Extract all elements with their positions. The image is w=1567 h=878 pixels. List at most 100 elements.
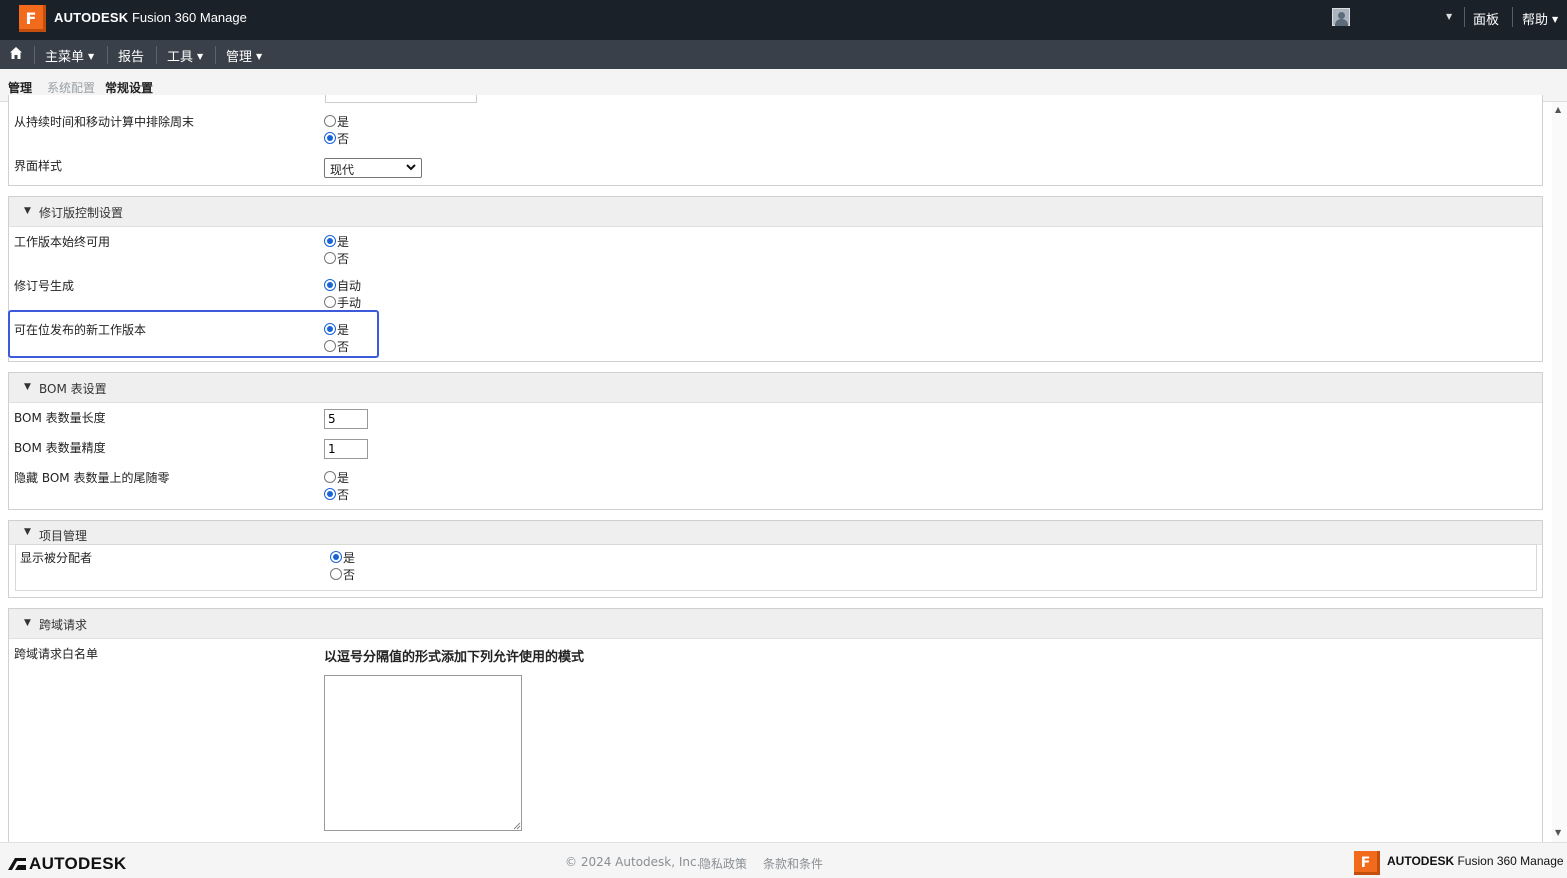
radio-hide-zeros-no[interactable]: 否: [324, 486, 349, 502]
radio-exclude-weekends-yes[interactable]: 是: [324, 113, 349, 129]
breadcrumb-admin[interactable]: 管理: [8, 79, 32, 96]
collapse-triangle-icon[interactable]: ▼: [24, 527, 31, 537]
footer-app-title: AUTODESK Fusion 360 Manage: [1387, 854, 1564, 868]
radio-label: 否: [337, 131, 350, 146]
bom-settings-section: ▼ BOM 表设置 BOM 表数量长度 BOM 表数量精度 隐藏 BOM 表数量…: [8, 372, 1543, 510]
section-title: 修订版控制设置: [39, 206, 124, 220]
menu-admin[interactable]: 管理 ▼: [226, 46, 262, 65]
menu-tools[interactable]: 工具 ▼: [167, 46, 203, 65]
collapse-triangle-icon[interactable]: ▼: [24, 618, 31, 628]
radio-label: 手动: [337, 295, 362, 310]
menu-reports[interactable]: 报告: [118, 46, 144, 65]
divider: [1512, 7, 1513, 27]
section-header[interactable]: ▼ 跨域请求: [9, 609, 1542, 639]
fusion-logo-icon[interactable]: F: [19, 5, 46, 32]
divider: [156, 46, 157, 64]
scroll-up-icon[interactable]: ▲: [1555, 105, 1561, 114]
menu-tools-label: 工具: [167, 50, 194, 65]
chevron-down-icon: ▼: [1552, 15, 1559, 24]
radio-revision-auto[interactable]: 自动: [324, 277, 361, 293]
radio-label: 否: [337, 487, 350, 502]
help-menu[interactable]: 帮助 ▼: [1522, 9, 1558, 28]
autodesk-logo-icon: [8, 858, 26, 870]
bom-quantity-length-input[interactable]: [324, 409, 368, 429]
radio-button[interactable]: [330, 568, 342, 580]
bom-quantity-precision-input[interactable]: [324, 439, 368, 459]
footer-autodesk-logo[interactable]: AUTODESK: [8, 854, 127, 874]
partial-input-field[interactable]: [325, 95, 477, 103]
chevron-down-icon: [406, 164, 416, 171]
vertical-scrollbar[interactable]: ▲ ▼: [1552, 102, 1567, 842]
breadcrumb-general-settings: 常规设置: [105, 81, 154, 95]
breadcrumb-system-config[interactable]: 系统配置: [47, 79, 95, 96]
section-header[interactable]: ▼ BOM 表设置: [9, 373, 1542, 403]
radio-button[interactable]: [324, 132, 336, 144]
privacy-link[interactable]: 隐私政策: [699, 855, 747, 872]
radio-button[interactable]: [324, 296, 336, 308]
footer: AUTODESK © 2024 Autodesk, Inc. 隐私政策 条款和条…: [0, 842, 1567, 878]
top-header: F AUTODESK Fusion 360 Manage ▼ 面板 帮助 ▼: [0, 0, 1567, 40]
menu-main[interactable]: 主菜单 ▼: [45, 46, 94, 65]
radio-working-version-yes[interactable]: 是: [324, 233, 349, 249]
radio-label: 否: [343, 567, 356, 582]
radio-button[interactable]: [330, 551, 342, 563]
resize-grip-icon[interactable]: [513, 822, 521, 830]
radio-exclude-weekends-no[interactable]: 否: [324, 130, 349, 146]
fusion-footer-logo-icon: F: [1354, 851, 1380, 875]
radio-hide-zeros-yes[interactable]: 是: [324, 469, 349, 485]
radio-working-version-no[interactable]: 否: [324, 250, 349, 266]
radio-label: 是: [337, 470, 350, 485]
terms-link[interactable]: 条款和条件: [763, 855, 823, 872]
home-icon[interactable]: [9, 46, 23, 60]
dashboard-link[interactable]: 面板: [1473, 9, 1499, 28]
help-label: 帮助: [1522, 13, 1549, 28]
main-menubar: 主菜单 ▼ 报告 工具 ▼ 管理 ▼: [0, 40, 1567, 69]
cors-whitelist-textarea[interactable]: [324, 675, 522, 831]
radio-revision-manual[interactable]: 手动: [324, 294, 361, 310]
copyright-text: © 2024 Autodesk, Inc.: [565, 855, 701, 869]
collapse-triangle-icon[interactable]: ▼: [24, 382, 31, 392]
interface-style-select[interactable]: 现代: [324, 158, 422, 178]
radio-show-assignee-no[interactable]: 否: [330, 566, 355, 582]
radio-label: 自动: [337, 278, 362, 293]
highlight-box: [8, 310, 379, 358]
chevron-down-icon: ▼: [88, 52, 95, 61]
collapse-triangle-icon[interactable]: ▼: [24, 206, 31, 216]
setting-label: 工作版本始终可用: [14, 235, 111, 249]
radio-button[interactable]: [324, 252, 336, 264]
inner-panel: [15, 544, 1537, 591]
section-title: 跨域请求: [39, 618, 88, 632]
setting-label: 界面样式: [14, 159, 63, 173]
radio-button[interactable]: [324, 471, 336, 483]
menu-main-label: 主菜单: [45, 50, 85, 65]
select-value: 现代: [330, 163, 355, 177]
radio-show-assignee-yes[interactable]: 是: [330, 549, 355, 565]
section-header[interactable]: ▼ 项目管理: [9, 521, 1542, 545]
setting-label: 显示被分配者: [20, 551, 93, 565]
app-title: AUTODESK Fusion 360 Manage: [54, 10, 247, 25]
divider: [215, 46, 216, 64]
menu-admin-label: 管理: [226, 50, 253, 65]
divider: [1464, 7, 1465, 27]
footer-brand-text: AUTODESK: [29, 854, 127, 873]
user-menu-caret-icon[interactable]: ▼: [1446, 12, 1452, 21]
setting-label: 修订号生成: [14, 279, 75, 293]
radio-button[interactable]: [324, 279, 336, 291]
radio-button[interactable]: [324, 235, 336, 247]
radio-button[interactable]: [324, 115, 336, 127]
user-avatar-icon[interactable]: [1332, 8, 1350, 26]
cors-section: ▼ 跨域请求 跨域请求白名单 以逗号分隔值的形式添加下列允许使用的模式: [8, 608, 1543, 842]
setting-label: 隐藏 BOM 表数量上的尾随零: [14, 471, 170, 485]
radio-label: 是: [337, 234, 350, 249]
radio-label: 是: [343, 550, 356, 565]
radio-button[interactable]: [324, 488, 336, 500]
radio-label: 否: [337, 251, 350, 266]
general-settings-section: 从持续时间和移动计算中排除周末 是 否 界面样式 现代: [8, 95, 1543, 186]
setting-label: BOM 表数量精度: [14, 441, 106, 455]
scroll-down-icon[interactable]: ▼: [1555, 828, 1561, 837]
app-product: Fusion 360 Manage: [131, 10, 247, 25]
divider: [34, 46, 35, 64]
setting-label: BOM 表数量长度: [14, 411, 106, 425]
setting-label: 跨域请求白名单: [14, 647, 99, 661]
section-header[interactable]: ▼ 修订版控制设置: [9, 197, 1542, 227]
